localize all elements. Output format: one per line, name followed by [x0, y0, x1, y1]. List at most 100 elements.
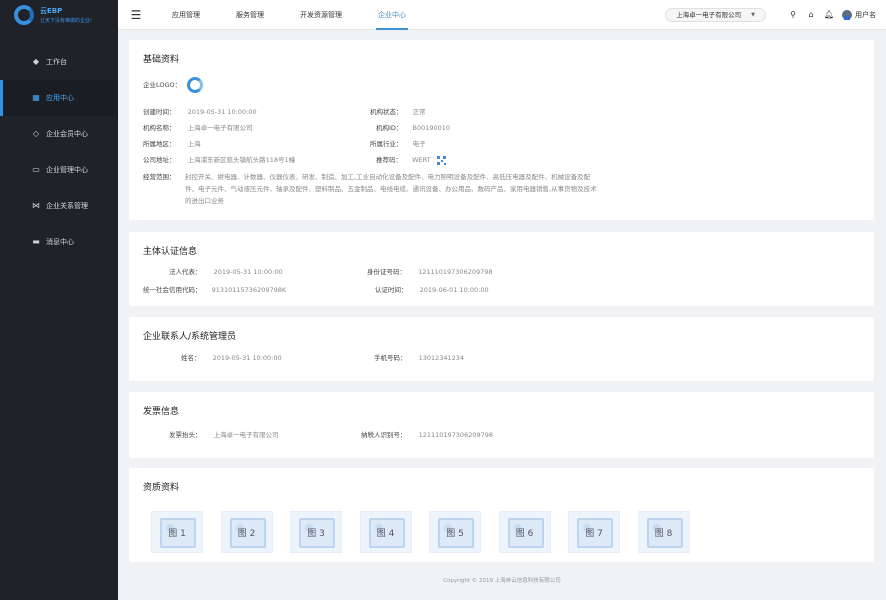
logo-swirl-icon	[14, 5, 34, 25]
industry-label: 所属行业：	[370, 140, 403, 148]
image-label: 图 7	[585, 529, 603, 539]
sidebar-item-label: 应用中心	[46, 94, 74, 102]
tab-app-management[interactable]: 应用管理	[154, 0, 218, 30]
sidebar-item-label: 工作台	[46, 58, 67, 66]
image-label: 图 2	[237, 529, 256, 539]
message-icon: ▬	[32, 237, 40, 246]
legal-rep-value: 2019-05-31 10:00:00	[213, 268, 283, 276]
basic-info-title: 基础资料	[143, 55, 180, 65]
contact-title: 企业联系人/系统管理员	[143, 332, 237, 342]
tab-service-management[interactable]: 服务管理	[218, 0, 282, 30]
scope-line: 的进出口业务	[185, 197, 224, 205]
id-number-value: 121110197306209798	[418, 268, 493, 276]
scope-value: 封控开关、继电器、计数器、仪器仪表、研发、制造、加工,工业自动化设备及配件、电力…	[185, 171, 597, 207]
brand-title: 云EBP	[40, 7, 63, 15]
qualification-image[interactable]: 图 2	[220, 511, 273, 553]
phone-value: 13012341234	[418, 354, 465, 362]
qualification-card: 资质资料 图 1 图 2 图 3 图 4 图 5 图 6 图 7 图 8	[129, 468, 874, 562]
sidebar-item-messages[interactable]: ▬ 消息中心	[0, 224, 118, 260]
qualification-image[interactable]: 图 4	[359, 511, 412, 553]
image-label: 图 1	[168, 529, 186, 539]
company-select[interactable]: 上海卓一电子有限公司 ▼	[665, 7, 766, 22]
invoice-card: 发票信息 发票抬头： 上海卓一电子有限公司 纳税人识别号： 1211101973…	[129, 392, 874, 458]
grid-icon: ▦	[32, 93, 40, 102]
tax-id-label: 纳税人识别号：	[361, 431, 407, 439]
image-label: 图 5	[446, 529, 464, 539]
sidebar-item-label: 企业会员中心	[46, 130, 88, 138]
region-value: 上海	[187, 140, 201, 148]
scope-line: 件、电子元件、气动液压元件、轴承及配件、塑料制品、五金制品、电线电缆、通讯设备、…	[185, 185, 597, 193]
layers-icon: ◆	[32, 57, 40, 66]
sidebar-item-label: 消息中心	[46, 238, 74, 246]
referral-label: 推荐码：	[376, 156, 402, 164]
qualification-image[interactable]: 图 6	[498, 511, 551, 553]
monitor-icon: ▭	[32, 165, 40, 174]
org-id-label: 机构ID：	[376, 124, 403, 132]
tab-dev-resources[interactable]: 开发资源管理	[282, 0, 360, 30]
industry-value: 电子	[412, 140, 426, 148]
qualification-images: 图 1 图 2 图 3 图 4 图 5 图 6 图 7 图 8	[151, 511, 707, 553]
brand-slogan: 让天下没有难做的企业!	[40, 18, 93, 24]
org-name-label: 机构名称：	[143, 124, 176, 132]
top-header: ☰ 应用管理 服务管理 开发资源管理 企业中心 上海卓一电子有限公司 ▼ ⚲ ⌂…	[118, 0, 886, 30]
image-label: 图 6	[515, 529, 534, 539]
image-label: 图 3	[307, 529, 325, 539]
phone-label: 手机号码：	[374, 354, 407, 362]
contact-name-label: 姓名：	[181, 354, 201, 362]
sidebar-item-management-center[interactable]: ▭ 企业管理中心	[0, 152, 118, 188]
sidebar-item-workbench[interactable]: ◆ 工作台	[0, 44, 118, 80]
credit-code-value: 91310115736209798K	[211, 286, 287, 294]
bell-icon[interactable]: 🔔︎	[824, 10, 834, 20]
contact-card: 企业联系人/系统管理员 姓名： 2019-05-31 10:00:00 手机号码…	[129, 317, 874, 381]
scope-label: 经营范围：	[143, 173, 176, 181]
sidebar-item-relations[interactable]: ⋈ 企业关系管理	[0, 188, 118, 224]
company-logo-icon	[187, 77, 204, 93]
legal-rep-label: 法人代表：	[169, 268, 202, 276]
diamond-icon: ◇	[32, 129, 40, 138]
caret-down-icon: ▼	[751, 11, 755, 18]
referral-value: WERT	[412, 156, 431, 164]
qualification-image[interactable]: 图 7	[568, 511, 620, 553]
qualification-image[interactable]: 图 1	[151, 511, 203, 553]
home-icon[interactable]: ⌂	[806, 10, 816, 20]
share-icon: ⋈	[32, 201, 40, 210]
qualification-image[interactable]: 图 8	[637, 511, 690, 553]
cert-time-label: 认证时间：	[375, 286, 408, 294]
username[interactable]: 用户名	[855, 10, 876, 20]
basic-info-card: 基础资料 企业LOGO： 创建时间： 2019-05-31 10:00:00 机…	[129, 40, 874, 220]
company-select-value: 上海卓一电子有限公司	[676, 10, 742, 19]
invoice-head-value: 上海卓一电子有限公司	[213, 431, 279, 439]
sidebar-item-label: 企业关系管理	[46, 202, 88, 210]
side-menu: ◆ 工作台 ▦ 应用中心 ◇ 企业会员中心 ▭ 企业管理中心 ⋈ 企业关系管理 …	[0, 44, 118, 260]
cert-time-value: 2019-06-01 10:00:00	[419, 286, 489, 294]
tab-enterprise-center[interactable]: 企业中心	[360, 0, 424, 30]
sidebar-item-label: 企业管理中心	[46, 166, 88, 174]
qr-code-icon[interactable]	[436, 155, 446, 165]
certification-card: 主体认证信息 法人代表： 2019-05-31 10:00:00 身份证号码： …	[129, 232, 874, 306]
image-label: 图 4	[376, 529, 395, 539]
scope-line: 封控开关、继电器、计数器、仪器仪表、研发、制造、加工,工业自动化设备及配件、电力…	[185, 173, 591, 181]
sidebar-item-app-center[interactable]: ▦ 应用中心	[0, 80, 118, 116]
status-value: 正常	[412, 108, 426, 116]
org-name-value: 上海卓一电子有限公司	[187, 124, 253, 132]
address-value: 上海浦东新区航头镇航头路118号1幢	[187, 156, 296, 164]
footer-copyright: Copyright © 2019 上海奔云信息科技有限公司	[443, 578, 561, 584]
certification-title: 主体认证信息	[143, 247, 198, 257]
tax-id-value: 121110197306209798	[418, 431, 494, 439]
org-id-value: B00190010	[412, 124, 451, 132]
id-number-label: 身份证号码：	[367, 268, 406, 276]
search-icon[interactable]: ⚲	[788, 10, 798, 20]
sidebar-item-member-center[interactable]: ◇ 企业会员中心	[0, 116, 118, 152]
sidebar: 云EBP 让天下没有难做的企业! ◆ 工作台 ▦ 应用中心 ◇ 企业会员中心 ▭…	[0, 0, 118, 600]
qualification-image[interactable]: 图 5	[429, 511, 481, 553]
menu-toggle-icon[interactable]: ☰	[118, 0, 154, 30]
brand-logo[interactable]: 云EBP 让天下没有难做的企业!	[0, 0, 118, 30]
created-label: 创建时间：	[143, 108, 176, 116]
contact-name-value: 2019-05-31 10:00:00	[212, 354, 282, 362]
image-label: 图 8	[654, 529, 673, 539]
main-content: 基础资料 企业LOGO： 创建时间： 2019-05-31 10:00:00 机…	[118, 30, 886, 600]
qualification-image[interactable]: 图 3	[290, 511, 342, 553]
logo-label: 企业LOGO：	[143, 81, 182, 89]
invoice-head-label: 发票抬头：	[169, 431, 202, 439]
avatar[interactable]	[842, 9, 852, 20]
